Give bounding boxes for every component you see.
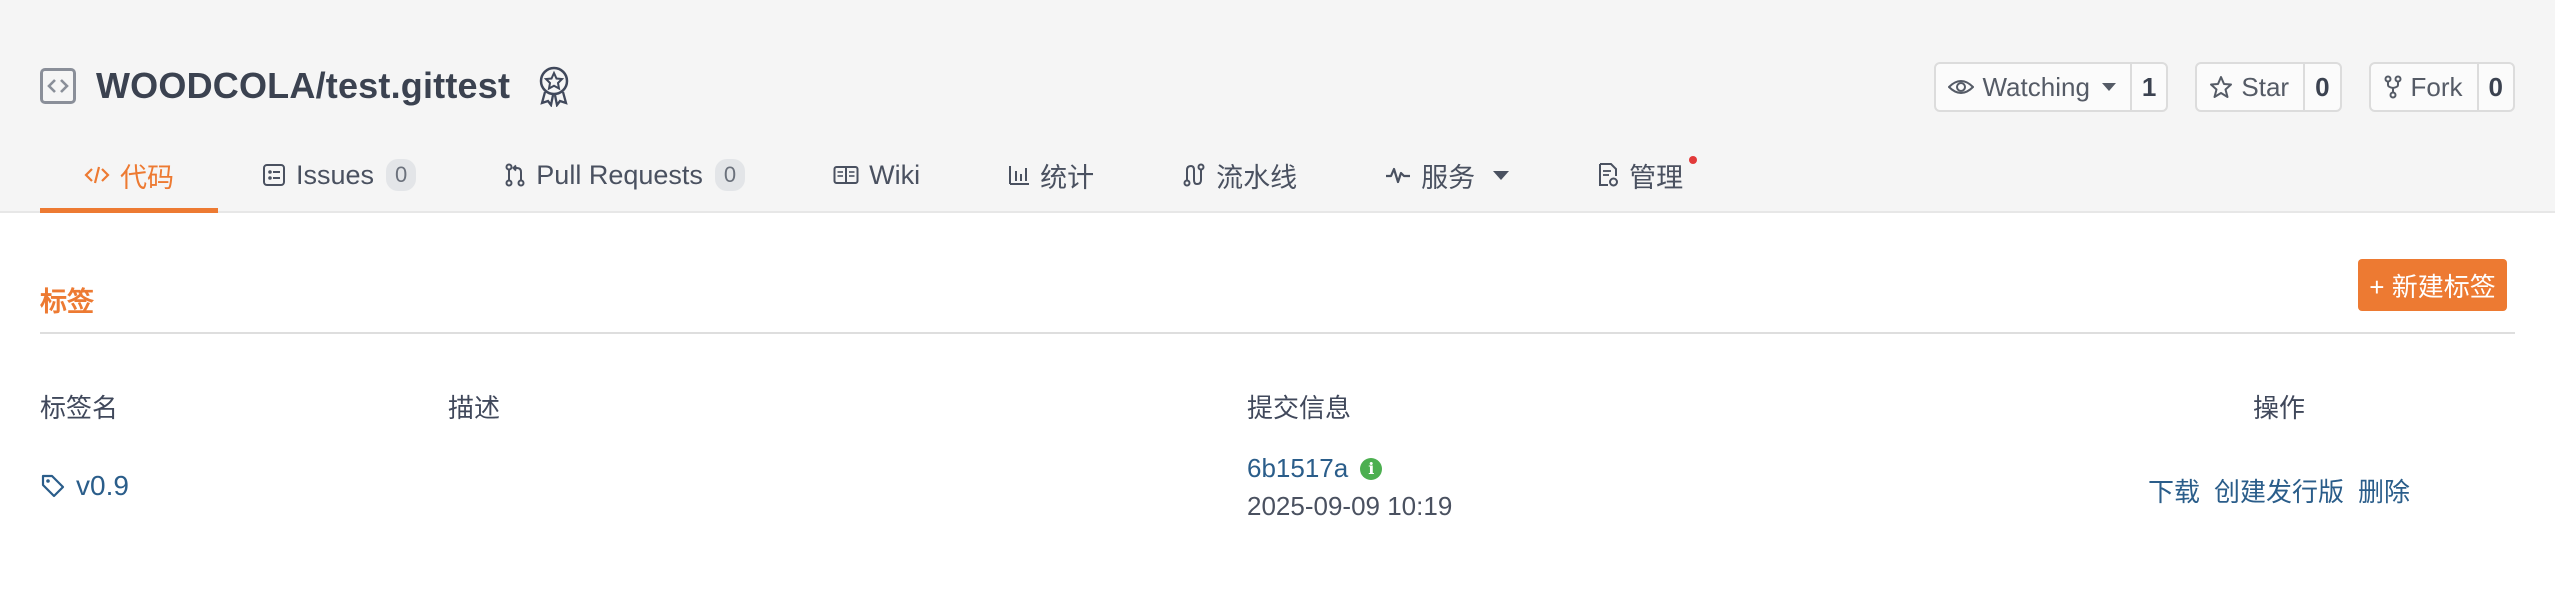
bar-chart-icon	[1009, 166, 1030, 185]
tab-label: 统计	[1040, 162, 1095, 193]
tab-pull-requests[interactable]: Pull Requests 0	[460, 150, 789, 200]
document-settings-icon	[1599, 163, 1619, 187]
pipeline-icon	[1183, 163, 1205, 187]
new-tag-button[interactable]: + 新建标签	[2358, 259, 2507, 311]
fork-icon	[2384, 75, 2402, 99]
commit-date: 2025-09-09 10:19	[1247, 491, 1453, 521]
tab-label: 流水线	[1216, 162, 1298, 193]
chevron-down-icon	[1493, 170, 1510, 180]
column-header-actions: 操作	[2253, 393, 2306, 423]
commit-hash-link[interactable]: 6b1517a	[1247, 453, 1348, 484]
download-link[interactable]: 下载	[2148, 472, 2200, 509]
column-header-tag-name: 标签名	[40, 393, 119, 423]
issues-icon	[263, 164, 285, 186]
star-count[interactable]: 0	[2303, 64, 2339, 110]
star-icon	[2210, 76, 2233, 98]
issues-count-badge: 0	[386, 159, 417, 191]
fork-button[interactable]: Fork	[2371, 64, 2477, 110]
repo-action-buttons: Watching 1 Star 0 Fork 0	[1934, 62, 2515, 112]
code-icon	[84, 166, 110, 184]
delete-link[interactable]: 删除	[2358, 472, 2410, 509]
repo-tabs: 代码 Issues 0 Pull Requests 0 Wiki 统计 流水线 …	[40, 150, 1727, 213]
tab-settings[interactable]: 管理	[1553, 150, 1727, 200]
star-button-group: Star 0	[2195, 62, 2342, 112]
tab-services[interactable]: 服务	[1341, 150, 1553, 200]
chevron-down-icon	[2101, 83, 2116, 91]
tab-label: Wiki	[869, 159, 921, 190]
repo-code-icon	[40, 68, 76, 104]
watch-button[interactable]: Watching	[1936, 64, 2129, 110]
tab-pipeline[interactable]: 流水线	[1138, 150, 1341, 200]
notification-dot	[1689, 156, 1698, 164]
tab-label: 管理	[1629, 162, 1684, 193]
tag-link[interactable]: v0.9	[40, 470, 129, 502]
star-button[interactable]: Star	[2197, 64, 2303, 110]
star-label: Star	[2241, 71, 2290, 102]
fork-label: Fork	[2410, 71, 2463, 102]
tab-issues[interactable]: Issues 0	[218, 150, 460, 200]
tab-label: 代码	[120, 162, 174, 193]
tag-icon	[41, 474, 65, 498]
watch-button-group: Watching 1	[1934, 62, 2169, 112]
tab-label: Issues	[296, 159, 375, 190]
info-icon[interactable]: i	[1360, 457, 1383, 480]
repo-title-bar: WOODCOLA/test.gittest	[40, 64, 574, 108]
repo-header: WOODCOLA/test.gittest Watching 1 Star 0 …	[0, 0, 2555, 213]
pulse-icon	[1386, 167, 1411, 184]
eye-icon	[1948, 80, 1975, 94]
column-header-description: 描述	[448, 393, 501, 423]
repo-name[interactable]: WOODCOLA/test.gittest	[96, 65, 510, 107]
divider	[40, 332, 2515, 334]
tab-statistics[interactable]: 统计	[964, 150, 1138, 200]
commit-info: 6b1517a i	[1247, 453, 1383, 484]
pull-request-icon	[505, 163, 525, 187]
section-title: 标签	[40, 287, 94, 317]
fork-count[interactable]: 0	[2476, 64, 2513, 110]
watch-label: Watching	[1982, 71, 2090, 102]
tab-label: 服务	[1421, 162, 1476, 193]
pull-requests-count-badge: 0	[714, 159, 746, 191]
tab-label: Pull Requests	[536, 159, 703, 190]
award-badge-icon[interactable]	[536, 64, 574, 108]
tab-code[interactable]: 代码	[40, 150, 218, 213]
watch-count[interactable]: 1	[2129, 64, 2166, 110]
column-header-commit-info: 提交信息	[1247, 393, 1352, 423]
book-icon	[833, 166, 859, 184]
tab-wiki[interactable]: Wiki	[789, 150, 964, 200]
create-release-link[interactable]: 创建发行版	[2214, 472, 2344, 509]
row-actions: 下载 创建发行版 删除	[2148, 472, 2410, 509]
fork-button-group: Fork 0	[2368, 62, 2515, 112]
tag-name: v0.9	[76, 470, 129, 501]
